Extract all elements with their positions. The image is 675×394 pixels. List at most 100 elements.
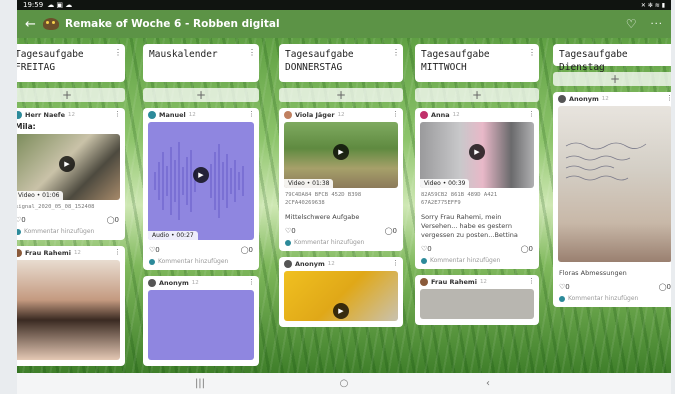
add-comment[interactable]: Kommentar hinzufügen xyxy=(553,293,671,307)
post-card[interactable]: Frau Rahemi 12 ⋮ xyxy=(17,246,125,366)
like-button[interactable]: ♡0 xyxy=(17,216,26,224)
post-menu-icon[interactable]: ⋮ xyxy=(114,110,121,118)
comment-count-button[interactable]: ◯0 xyxy=(241,246,253,254)
column-header: Tagesaufgabe Dienstag xyxy=(553,44,671,73)
comment-count-button[interactable]: ◯0 xyxy=(521,245,533,253)
play-icon[interactable]: ▶ xyxy=(59,155,75,172)
post-card[interactable]: Manuel 12 ⋮ ▶ Audio • 00:27 ♡0 ◯0 Kommen… xyxy=(143,108,259,270)
post-menu-icon[interactable]: ⋮ xyxy=(528,110,535,118)
play-icon[interactable]: ▶ xyxy=(333,143,349,160)
media-badge: Video • 01:38 xyxy=(284,179,334,188)
like-count: 0 xyxy=(21,216,26,224)
post-card[interactable]: Anna 12 ⋮ ▶ Video • 00:39 82A59CB2 861B … xyxy=(415,108,539,269)
column-mauskalender: Mauskalender ⋮ + Manuel 12 ⋮ ▶ Audio • 0… xyxy=(143,44,259,366)
comment-count-button[interactable]: ◯0 xyxy=(107,216,119,224)
notification-icons: ☁ ▣ ☁ xyxy=(47,1,73,9)
file-id: 82A59CB2 861B 489D A421 67A2E775EFF9 xyxy=(421,192,498,206)
like-button[interactable]: ♡0 xyxy=(559,283,570,291)
commenter-avatar xyxy=(559,295,565,302)
column-header: Tagesaufgabe MITTWOCH ⋮ xyxy=(415,44,539,82)
avatar xyxy=(420,111,428,119)
column-title-line2: MITTWOCH xyxy=(421,62,467,73)
column-menu-icon[interactable]: ⋮ xyxy=(248,46,256,59)
post-author: Viola Jäger xyxy=(295,111,335,119)
like-button[interactable]: ♡0 xyxy=(421,245,432,253)
add-comment[interactable]: Kommentar hinzufügen xyxy=(143,256,259,270)
post-author: Manuel xyxy=(159,111,186,119)
image-thumbnail[interactable] xyxy=(420,289,534,319)
video-thumbnail[interactable]: ▶ Video • 01:38 xyxy=(284,122,398,188)
audio-waveform[interactable] xyxy=(148,290,254,360)
column-title-line1: Tagesaufgabe Dienstag xyxy=(559,49,628,73)
add-comment[interactable]: Kommentar hinzufügen xyxy=(17,226,125,240)
post-time: 12 xyxy=(452,112,460,118)
post-menu-icon[interactable]: ⋮ xyxy=(392,259,399,267)
post-text: Floras Abmessungen xyxy=(559,269,627,277)
post-author: Herr Naefe xyxy=(25,111,65,119)
column-header: Tagesaufgabe FREITAG ⋮ xyxy=(17,44,125,82)
avatar xyxy=(17,249,22,257)
audio-waveform[interactable]: ▶ Audio • 00:27 xyxy=(148,122,254,240)
column-header: Mauskalender ⋮ xyxy=(143,44,259,82)
add-comment[interactable]: Kommentar hinzufügen xyxy=(415,255,539,269)
avatar xyxy=(420,278,428,286)
post-time: 12 xyxy=(191,280,199,286)
video-thumbnail[interactable]: ▶ Video • 01:06 xyxy=(17,134,120,200)
home-button[interactable]: ○ xyxy=(272,378,416,389)
post-time: 12 xyxy=(337,112,345,118)
comment-count-button[interactable]: ◯0 xyxy=(385,227,397,235)
comment-count: 0 xyxy=(666,283,671,291)
post-menu-icon[interactable]: ⋮ xyxy=(528,277,535,285)
like-count: 0 xyxy=(155,246,160,254)
add-post-button[interactable]: + xyxy=(415,88,539,102)
add-comment[interactable]: Kommentar hinzufügen xyxy=(279,237,403,251)
column-title-line1: Tagesaufgabe xyxy=(421,49,490,60)
column-menu-icon[interactable]: ⋮ xyxy=(114,46,122,59)
post-card[interactable]: Anonym 12 ⋮ Floras Abmessungen ♡0 ◯0 Kom… xyxy=(553,92,671,307)
post-card[interactable]: Herr Naefe 12 ⋮ Mila: ▶ Video • 01:06 si… xyxy=(17,108,125,240)
add-post-button[interactable]: + xyxy=(17,88,125,102)
status-time: 19:59 xyxy=(23,1,44,9)
column-menu-icon[interactable]: ⋮ xyxy=(528,46,536,59)
column-dienstag: Tagesaufgabe Dienstag + Anonym 12 ⋮ Flor… xyxy=(553,44,671,307)
post-card[interactable]: Viola Jäger 12 ⋮ ▶ Video • 01:38 79C4DA8… xyxy=(279,108,403,251)
back-arrow-icon[interactable]: ← xyxy=(25,17,39,32)
add-post-button[interactable]: + xyxy=(553,72,671,86)
avatar xyxy=(148,279,156,287)
add-post-button[interactable]: + xyxy=(143,88,259,102)
file-id: 79C4DA84 BFCB 452D B398 2CFA40269638 xyxy=(285,192,362,206)
video-thumbnail[interactable]: ▶ Video • 00:39 xyxy=(420,122,534,188)
post-author: Anna xyxy=(431,111,450,119)
column-header: Tagesaufgabe DONNERSTAG ⋮ xyxy=(279,44,403,82)
back-button[interactable]: ‹ xyxy=(416,378,560,389)
post-card[interactable]: Anonym 12 ⋮ ▶ xyxy=(279,257,403,327)
more-options-icon[interactable]: ··· xyxy=(650,19,663,30)
column-title-line1: Tagesaufgabe xyxy=(285,49,354,60)
post-menu-icon[interactable]: ⋮ xyxy=(114,248,121,256)
play-icon[interactable]: ▶ xyxy=(469,143,485,160)
like-count: 0 xyxy=(291,227,296,235)
post-time: 12 xyxy=(327,261,335,267)
recents-button[interactable]: ||| xyxy=(128,378,272,389)
video-thumbnail[interactable]: ▶ xyxy=(284,271,398,321)
comment-placeholder: Kommentar hinzufügen xyxy=(24,228,95,235)
column-menu-icon[interactable]: ⋮ xyxy=(392,46,400,59)
play-icon[interactable]: ▶ xyxy=(193,167,209,184)
add-post-button[interactable]: + xyxy=(279,88,403,102)
post-menu-icon[interactable]: ⋮ xyxy=(248,110,255,118)
like-button[interactable]: ♡0 xyxy=(149,246,160,254)
image-thumbnail[interactable] xyxy=(558,106,671,262)
heart-icon[interactable]: ♡ xyxy=(626,17,637,31)
post-menu-icon[interactable]: ⋮ xyxy=(248,278,255,286)
like-button[interactable]: ♡0 xyxy=(285,227,296,235)
comment-count: 0 xyxy=(392,227,397,235)
post-menu-icon[interactable]: ⋮ xyxy=(392,110,399,118)
post-card[interactable]: Frau Rahemi 12 ⋮ xyxy=(415,275,539,325)
image-thumbnail[interactable] xyxy=(17,260,120,360)
post-title: Mila: xyxy=(17,122,36,131)
post-menu-icon[interactable]: ⋮ xyxy=(666,94,671,102)
play-icon[interactable]: ▶ xyxy=(333,303,349,319)
post-card[interactable]: Anonym 12 ⋮ xyxy=(143,276,259,366)
board-title: Remake of Woche 6 - Robben digital xyxy=(65,18,280,30)
comment-count-button[interactable]: ◯0 xyxy=(659,283,671,291)
